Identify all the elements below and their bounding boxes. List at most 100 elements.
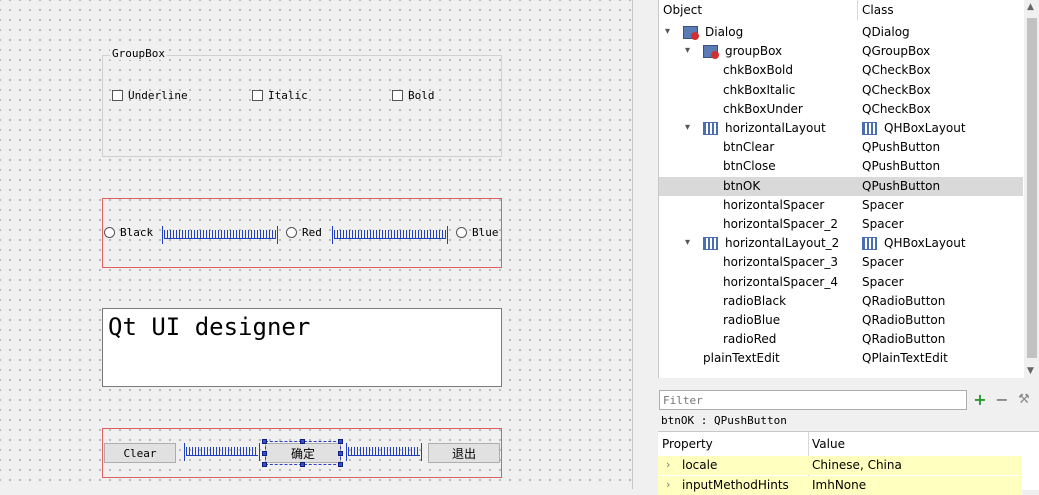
class-name: QPushButton: [862, 159, 941, 174]
layout-icon: [703, 237, 718, 251]
property-value[interactable]: ImhNone: [812, 478, 866, 492]
tree-row-horizontalspacer[interactable]: horizontalSpacer Spacer: [659, 196, 1023, 215]
horizontal-spacer-3[interactable]: [162, 226, 278, 244]
resize-handle[interactable]: [300, 439, 305, 444]
inspector-scrollbar[interactable]: ▲ ▼: [1024, 0, 1039, 378]
header-class[interactable]: Class: [862, 0, 894, 20]
radio-label: Black: [120, 226, 154, 239]
tree-row-btnclose[interactable]: btnClose QPushButton: [659, 157, 1023, 176]
checkbox-square-icon[interactable]: [112, 90, 123, 101]
object-name: horizontalSpacer_4: [723, 274, 838, 289]
ok-button[interactable]: 确定: [265, 443, 341, 463]
radio-circle-icon[interactable]: [104, 227, 115, 238]
clear-button[interactable]: Clear: [104, 443, 176, 463]
object-inspector[interactable]: Object Class ▾ Dialog QDialog ▾ groupBox QGro…: [658, 0, 1039, 378]
horizontal-spacer-2[interactable]: [346, 443, 422, 461]
object-name: chkBoxUnder: [723, 101, 803, 116]
tree-row-groupbox[interactable]: ▾ groupBox QGroupBox: [659, 42, 1023, 61]
header-property[interactable]: Property: [662, 434, 713, 454]
header-value[interactable]: Value: [812, 434, 845, 454]
radio-red[interactable]: Red: [286, 226, 322, 239]
class-name: Spacer: [862, 217, 904, 231]
class-name: QRadioButton: [862, 293, 946, 308]
tree-row-chkboxitalic[interactable]: chkBoxItalic QCheckBox: [659, 81, 1023, 100]
scroll-thumb[interactable]: [1027, 18, 1037, 358]
tree-row-dialog[interactable]: ▾ Dialog QDialog: [659, 23, 1023, 42]
checkbox-square-icon[interactable]: [392, 90, 403, 101]
object-name: radioBlack: [723, 293, 787, 308]
property-name: locale: [682, 458, 718, 472]
horizontal-spacer-4[interactable]: [332, 226, 448, 244]
property-editor[interactable]: Property Value › locale Chinese, China ›…: [658, 431, 1039, 495]
close-button[interactable]: 退出: [428, 443, 500, 463]
filter-input[interactable]: [659, 390, 967, 410]
tree-row-horizontalspacer-3[interactable]: horizontalSpacer_3 Spacer: [659, 253, 1023, 272]
object-name: horizontalSpacer_3: [723, 255, 838, 270]
dialog-icon: [703, 45, 719, 60]
property-value[interactable]: Chinese, China: [812, 458, 902, 472]
resize-handle[interactable]: [300, 462, 305, 467]
resize-handle[interactable]: [338, 439, 343, 444]
remove-icon[interactable]: −: [993, 391, 1011, 409]
resize-handle[interactable]: [338, 462, 343, 467]
expand-arrow-icon[interactable]: ›: [666, 478, 670, 491]
resize-handle[interactable]: [262, 439, 267, 444]
checkbox-italic[interactable]: Italic: [252, 89, 308, 102]
class-name: QRadioButton: [862, 332, 946, 347]
tree-row-radioblue[interactable]: radioBlue QRadioButton: [659, 311, 1023, 330]
group-box[interactable]: [102, 55, 502, 157]
scroll-up-icon[interactable]: ▲: [1027, 2, 1034, 12]
layout-icon: [862, 122, 877, 135]
class-name: QPlainTextEdit: [862, 351, 948, 366]
object-name: plainTextEdit: [703, 351, 780, 366]
header-object[interactable]: Object: [663, 0, 703, 20]
class-name: QPushButton: [862, 178, 941, 193]
class-name: QCheckBox: [862, 82, 931, 97]
object-name: groupBox: [725, 44, 783, 59]
form-canvas[interactable]: GroupBox Underline Italic Bold Black Red…: [0, 0, 632, 489]
radio-blue[interactable]: Blue: [456, 226, 499, 239]
property-row-locale[interactable]: › locale Chinese, China: [658, 456, 1022, 475]
property-row-input-method-hints[interactable]: › inputMethodHints ImhNone: [658, 476, 1022, 495]
tree-row-plaintextedit[interactable]: plainTextEdit QPlainTextEdit: [659, 349, 1023, 368]
tree-row-chkboxbold[interactable]: chkBoxBold QCheckBox: [659, 61, 1023, 80]
checkbox-underline[interactable]: Underline: [112, 89, 188, 102]
horizontal-spacer[interactable]: [184, 443, 260, 461]
tree-row-horizontalspacer-2[interactable]: horizontalSpacer_2 Spacer: [659, 215, 1023, 234]
tree-row-horizontalspacer-4[interactable]: horizontalSpacer_4 Spacer: [659, 273, 1023, 292]
checkbox-square-icon[interactable]: [252, 90, 263, 101]
object-name: horizontalSpacer: [723, 197, 825, 212]
object-name: horizontalSpacer_2: [723, 217, 838, 231]
resize-handle[interactable]: [262, 462, 267, 467]
configure-icon[interactable]: ⚒: [1015, 391, 1033, 409]
radio-black[interactable]: Black: [104, 226, 153, 239]
object-name: Dialog: [705, 25, 744, 39]
tree-row-radioblack[interactable]: radioBlack QRadioButton: [659, 292, 1023, 311]
checkbox-bold[interactable]: Bold: [392, 89, 435, 102]
resize-handle[interactable]: [262, 451, 267, 456]
radio-circle-icon[interactable]: [456, 227, 467, 238]
radio-circle-icon[interactable]: [286, 227, 297, 238]
plain-text-edit[interactable]: Qt UI designer: [102, 308, 502, 387]
class-name: Spacer: [862, 274, 904, 289]
class-name: Spacer: [862, 255, 904, 270]
tree-row-radiored[interactable]: radioRed QRadioButton: [659, 330, 1023, 349]
scroll-down-icon[interactable]: ▼: [1027, 366, 1034, 376]
resize-handle[interactable]: [338, 451, 343, 456]
tree-row-horizontallayout-2[interactable]: ▾ horizontalLayout_2 QHBoxLayout: [659, 234, 1023, 253]
tree-row-horizontallayout[interactable]: ▾ horizontalLayout QHBoxLayout: [659, 119, 1023, 138]
add-icon[interactable]: +: [971, 391, 989, 409]
tree-row-btnok[interactable]: btnOK QPushButton: [659, 176, 1023, 196]
expand-arrow-icon[interactable]: ▾: [685, 122, 690, 133]
checkbox-label: Bold: [408, 89, 435, 102]
expand-arrow-icon[interactable]: ▾: [685, 237, 690, 248]
tree-row-chkboxunder[interactable]: chkBoxUnder QCheckBox: [659, 100, 1023, 119]
object-name: btnOK: [723, 178, 761, 193]
dialog-icon: [683, 26, 699, 40]
tree-row-btnclear[interactable]: btnClear QPushButton: [659, 138, 1023, 157]
expand-arrow-icon[interactable]: ▾: [685, 45, 690, 56]
expand-arrow-icon[interactable]: ›: [666, 458, 670, 471]
class-name: Spacer: [862, 197, 904, 212]
object-name: chkBoxBold: [723, 63, 793, 78]
expand-arrow-icon[interactable]: ▾: [665, 26, 670, 37]
